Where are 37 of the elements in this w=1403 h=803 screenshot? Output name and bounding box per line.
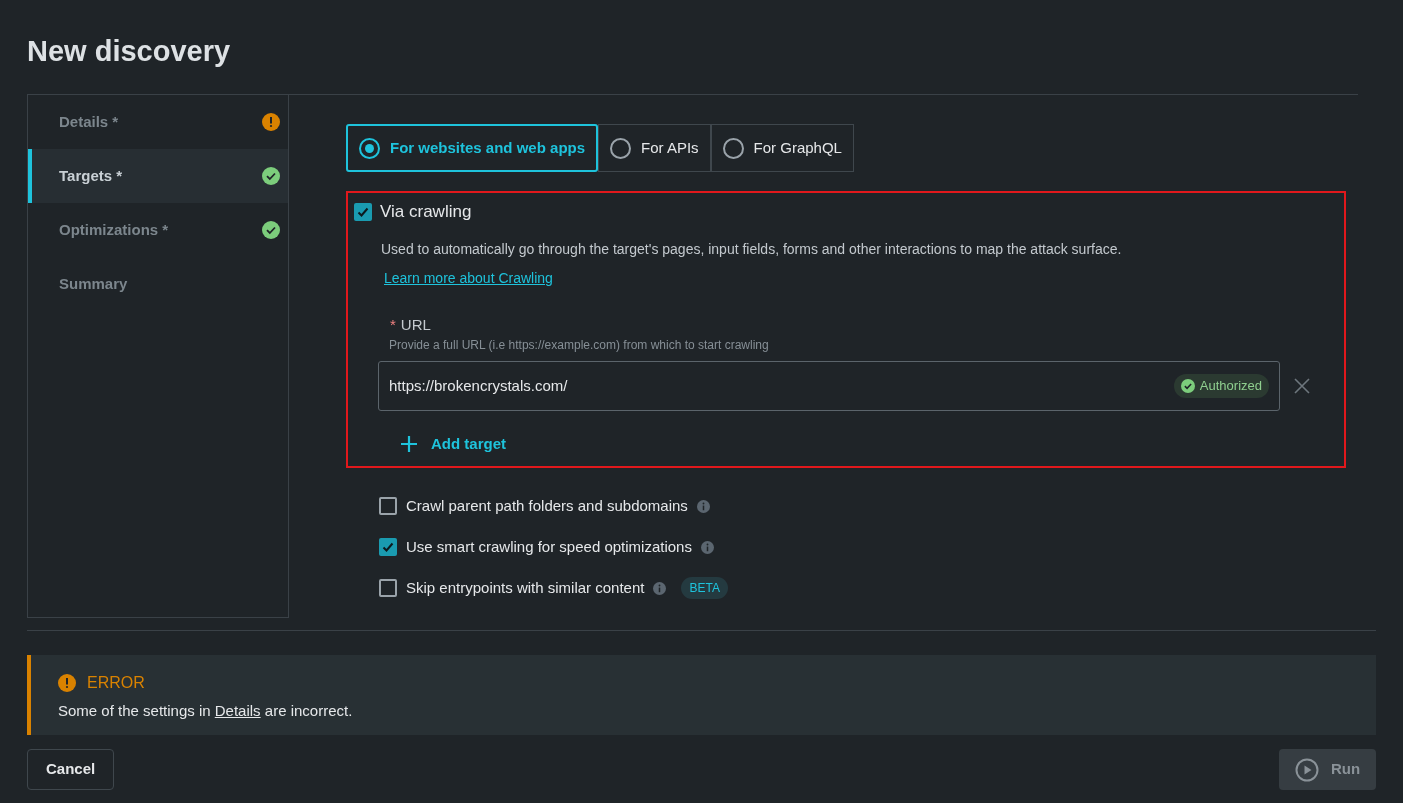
checkbox[interactable] bbox=[379, 497, 397, 515]
cancel-button[interactable]: Cancel bbox=[27, 749, 115, 790]
learn-more-link[interactable]: Learn more about Crawling bbox=[384, 267, 553, 289]
checkbox[interactable] bbox=[379, 579, 397, 597]
option-label: Crawl parent path folders and subdomains bbox=[406, 495, 688, 516]
option-label: Skip entrypoints with similar content bbox=[406, 577, 645, 598]
add-target-button[interactable]: Add target bbox=[400, 433, 506, 456]
info-icon bbox=[653, 581, 667, 595]
checkmark-icon bbox=[381, 540, 395, 554]
details-link[interactable]: Details bbox=[214, 702, 261, 719]
required-mark: * bbox=[390, 314, 396, 335]
error-title: ERROR bbox=[87, 673, 145, 693]
step-tab[interactable]: Targets * bbox=[28, 149, 288, 203]
plus-icon bbox=[400, 435, 418, 454]
step-tab[interactable]: Optimizations * bbox=[28, 203, 288, 257]
error-message: Some of the settings in Details are incorrect. bbox=[58, 701, 354, 721]
url-field[interactable]: https://brokencrystals.com/ Authorized bbox=[378, 361, 1280, 411]
checkbox[interactable] bbox=[354, 202, 372, 221]
dialog-title: New discovery bbox=[27, 34, 232, 69]
info-icon bbox=[696, 499, 710, 513]
authorized-badge: Authorized bbox=[1173, 374, 1269, 398]
target-type-option[interactable]: For APIs bbox=[598, 124, 711, 172]
option-label: Use smart crawling for speed optimizations bbox=[406, 536, 692, 557]
warning-icon bbox=[58, 674, 76, 692]
play-icon bbox=[1294, 757, 1319, 782]
close-icon[interactable] bbox=[1294, 378, 1310, 394]
checkbox-label: Via crawling bbox=[380, 201, 472, 223]
step-tab[interactable]: Summary bbox=[28, 257, 288, 311]
description-text: Used to automatically go through the target's pages, input fields, forms and other interactions to map the attack surface. bbox=[381, 239, 1123, 259]
beta-tag: BETA bbox=[681, 577, 728, 599]
target-type-option[interactable]: For websites and web apps bbox=[346, 124, 599, 172]
info-icon bbox=[700, 540, 714, 554]
step-tab[interactable]: Details * bbox=[28, 95, 288, 149]
field-label: URL bbox=[400, 314, 431, 335]
field-hint: Provide a full URL (i.e https://example.com) from which to start crawling bbox=[389, 337, 770, 354]
target-type-option[interactable]: For GraphQL bbox=[710, 124, 854, 172]
checkbox[interactable] bbox=[379, 538, 397, 556]
